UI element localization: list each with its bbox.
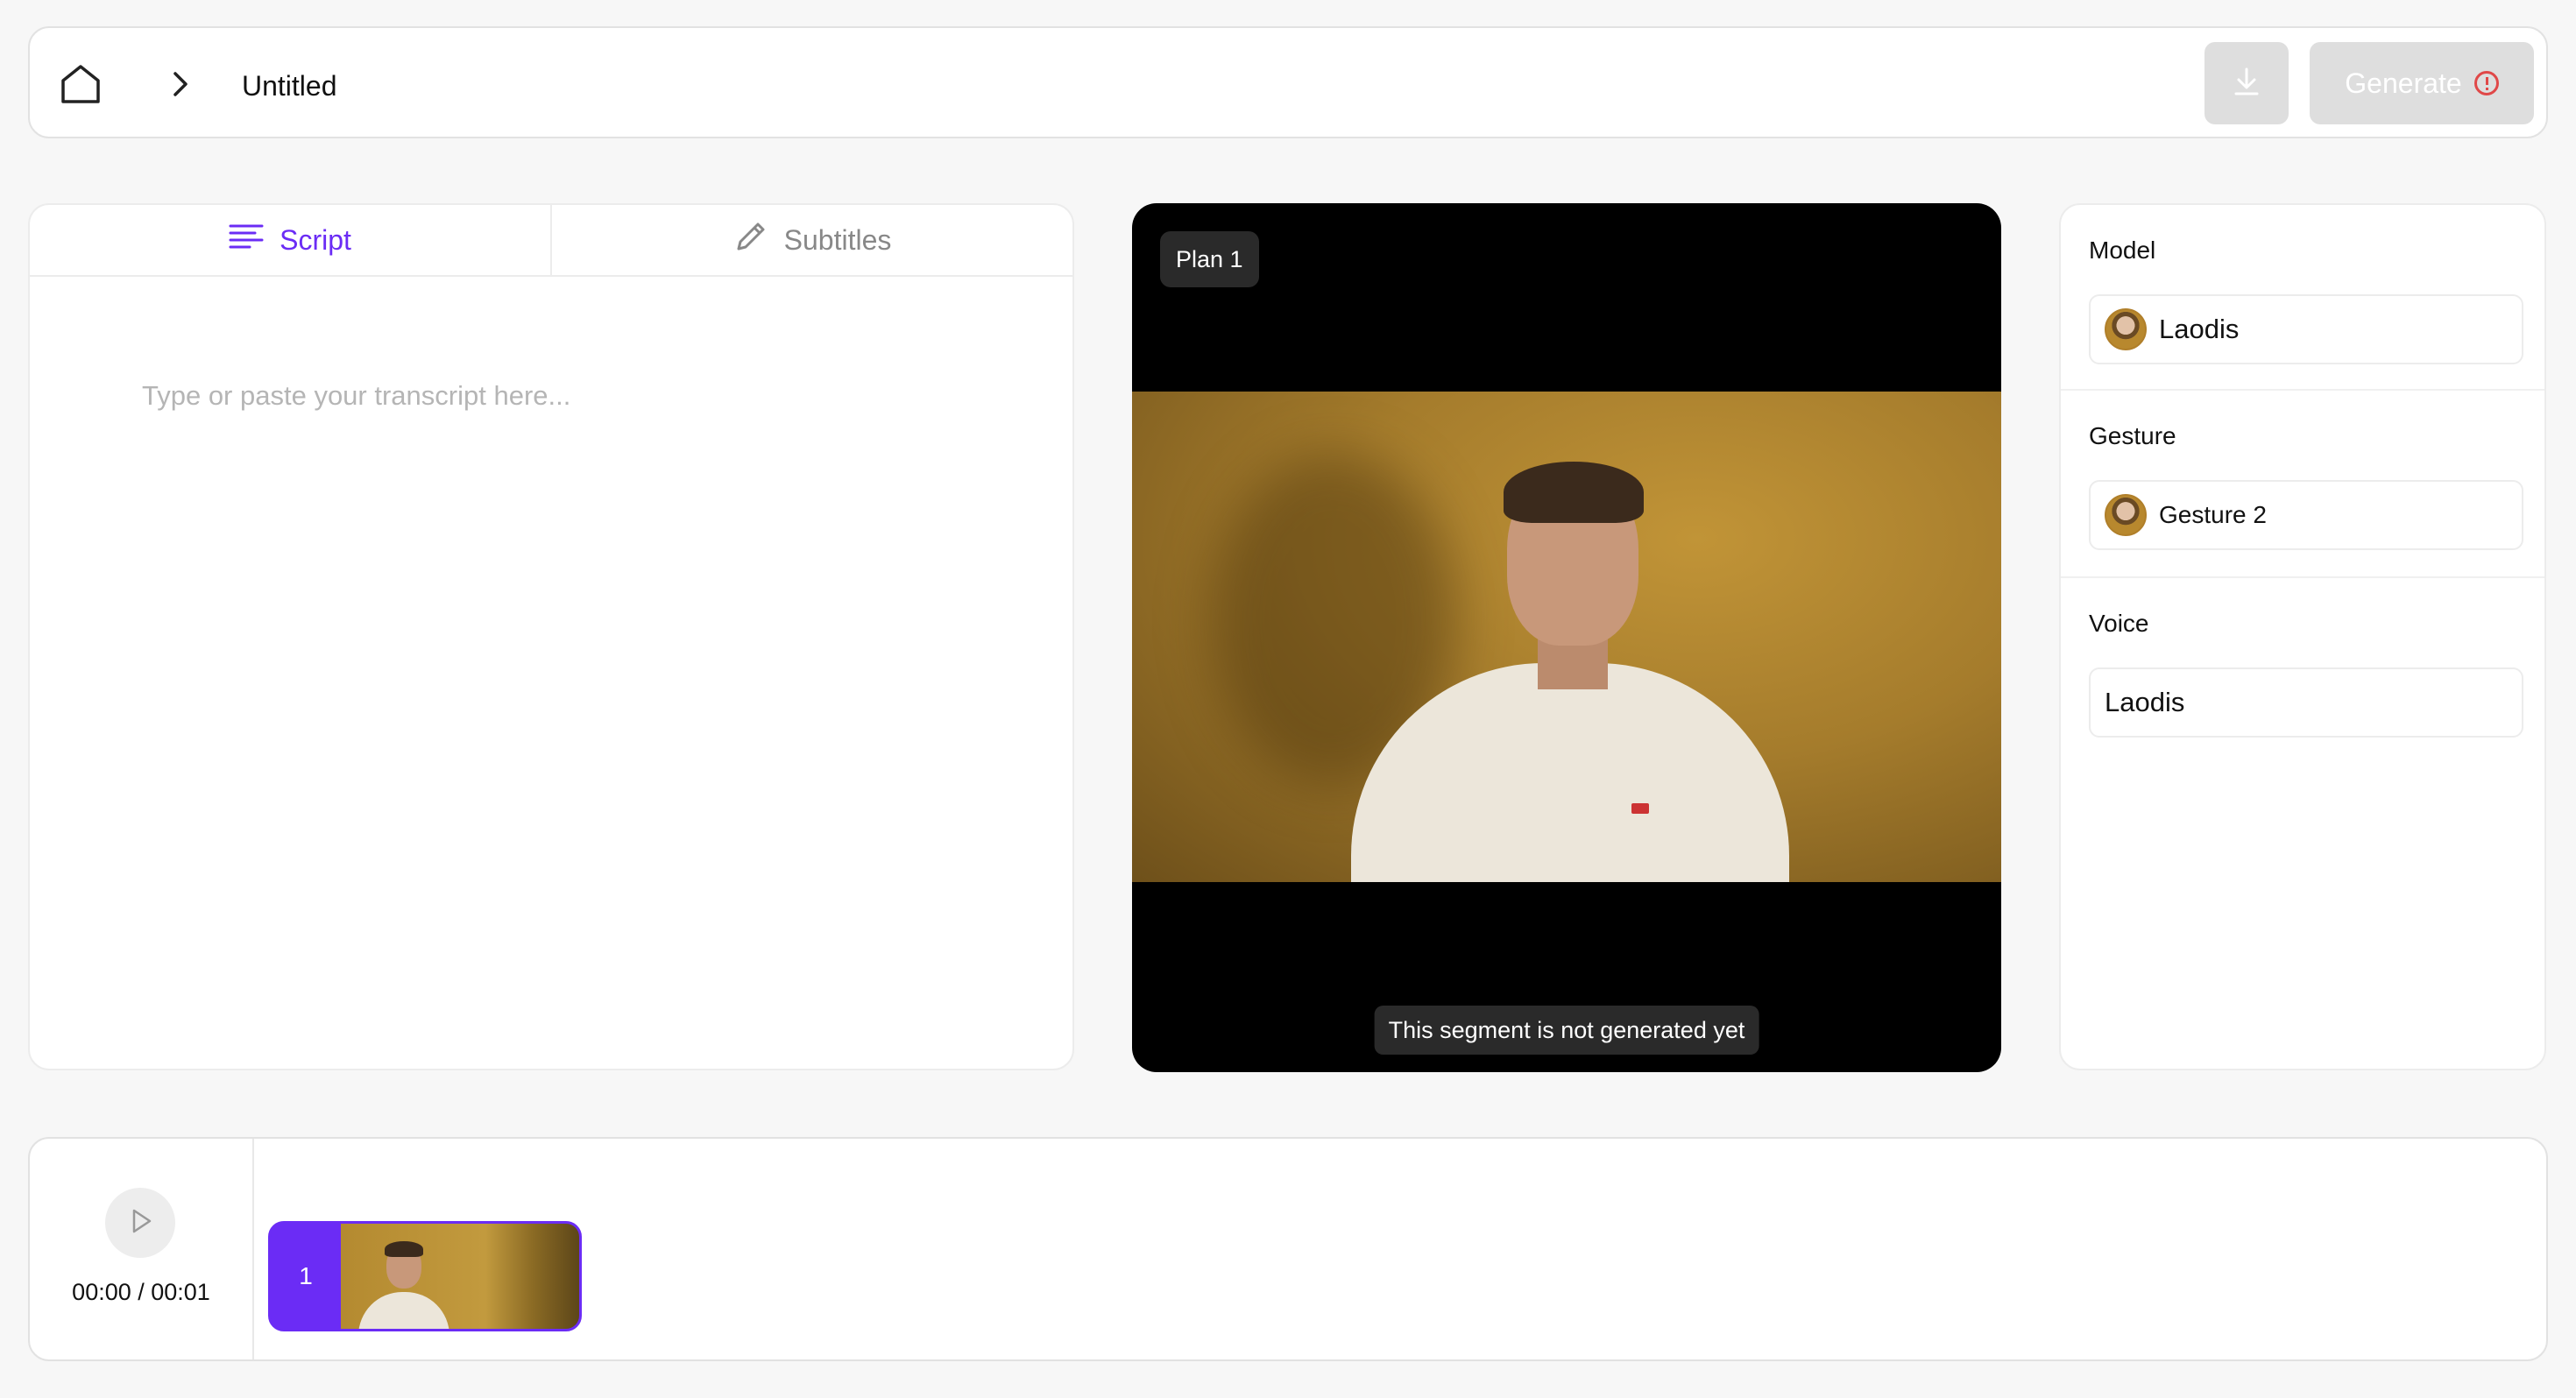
lines-icon — [229, 222, 264, 258]
download-icon — [2229, 64, 2264, 103]
segment-status-note: This segment is not generated yet — [1374, 1006, 1759, 1055]
voice-select[interactable]: Laodis — [2089, 667, 2523, 738]
tab-script[interactable]: Script — [30, 205, 550, 275]
segment-number: 1 — [299, 1262, 313, 1289]
gesture-section: Gesture Gesture 2 — [2061, 391, 2544, 578]
generate-label: Generate — [2345, 67, 2462, 99]
model-value: Laodis — [2159, 314, 2240, 344]
video-preview[interactable]: Plan 1 This segment is not generated yet — [1132, 203, 2001, 1072]
shirt-logo — [1631, 803, 1649, 814]
project-title[interactable]: Untitled — [242, 68, 337, 103]
chevron-right-icon — [163, 67, 198, 102]
settings-panel: Model Laodis Gesture Gesture 2 Voice Lao… — [2059, 203, 2546, 1070]
transcript-input[interactable]: Type or paste your transcript here... — [142, 380, 570, 412]
tab-subtitles[interactable]: Subtitles — [550, 205, 1072, 275]
timeline: 00:00 / 00:01 1 — [28, 1137, 2548, 1361]
avatar — [2105, 308, 2147, 350]
model-select[interactable]: Laodis — [2089, 294, 2523, 364]
video-frame — [1132, 392, 2001, 882]
tab-subtitles-label: Subtitles — [783, 223, 892, 256]
script-panel: Script Subtitles Type or paste your tran… — [28, 203, 1074, 1070]
model-label: Model — [2089, 237, 2156, 264]
pen-icon — [733, 219, 768, 261]
tab-script-label: Script — [280, 223, 351, 256]
play-icon — [124, 1205, 156, 1241]
playback-controls: 00:00 / 00:01 — [30, 1139, 254, 1359]
script-tabs: Script Subtitles — [30, 205, 1072, 277]
voice-label: Voice — [2089, 610, 2149, 637]
time-readout: 00:00 / 00:01 — [72, 1279, 210, 1305]
timeline-segment[interactable]: 1 — [268, 1221, 582, 1331]
generate-button[interactable]: Generate — [2310, 42, 2534, 124]
home-icon[interactable] — [56, 60, 105, 109]
gesture-label: Gesture — [2089, 422, 2176, 449]
model-section: Model Laodis — [2061, 205, 2544, 391]
gesture-value: Gesture 2 — [2159, 501, 2267, 528]
voice-value: Laodis — [2105, 687, 2185, 717]
person-hair — [1504, 462, 1644, 523]
thumb-body — [358, 1292, 449, 1329]
top-bar: Untitled Generate — [28, 26, 2548, 138]
voice-section: Voice Laodis — [2061, 578, 2544, 766]
plan-badge: Plan 1 — [1160, 231, 1259, 287]
thumb-hair — [385, 1241, 423, 1257]
download-button[interactable] — [2204, 42, 2289, 124]
avatar — [2105, 494, 2147, 536]
play-button[interactable] — [105, 1188, 175, 1258]
gesture-select[interactable]: Gesture 2 — [2089, 480, 2523, 550]
segment-thumbnail — [341, 1224, 579, 1329]
alert-icon — [2473, 71, 2499, 95]
